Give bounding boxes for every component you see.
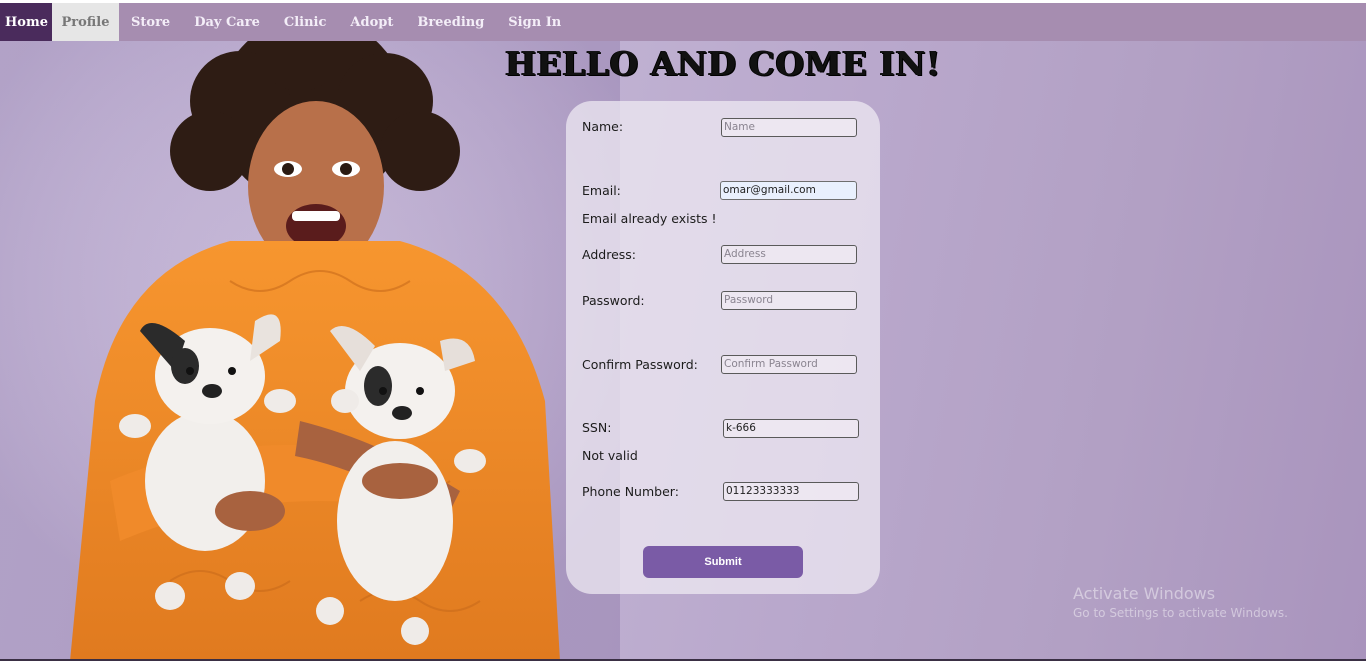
hero-photo [0, 41, 620, 661]
email-field[interactable]: omar@gmail.com [720, 181, 857, 200]
name-field[interactable]: Name [721, 118, 857, 137]
confirm-password-field[interactable]: Confirm Password [721, 355, 857, 374]
password-field[interactable]: Password [721, 291, 857, 310]
signup-form: Name: Name Email: omar@gmail.com Email a… [566, 101, 880, 594]
nav-clinic[interactable]: Clinic [272, 3, 339, 41]
page-title: HELLO AND COME IN! [504, 44, 942, 83]
name-label: Name: [582, 119, 624, 134]
watermark-subtitle: Go to Settings to activate Windows. [1073, 606, 1288, 620]
nav-store[interactable]: Store [119, 3, 182, 41]
password-label: Password: [582, 293, 645, 308]
phone-label: Phone Number: [582, 484, 679, 499]
nav-home[interactable]: Home [0, 3, 52, 41]
watermark-title: Activate Windows [1073, 584, 1216, 603]
ssn-label: SSN: [582, 420, 612, 435]
nav-profile[interactable]: Profile [52, 3, 119, 41]
ssn-field[interactable]: k-666 [723, 419, 859, 438]
activate-windows-watermark: Activate Windows Go to Settings to activ… [1073, 584, 1288, 620]
nav-sign-in[interactable]: Sign In [496, 3, 573, 41]
address-label: Address: [582, 247, 636, 262]
address-field[interactable]: Address [721, 245, 857, 264]
nav-adopt[interactable]: Adopt [338, 3, 405, 41]
submit-button[interactable]: Submit [643, 546, 803, 578]
nav-breeding[interactable]: Breeding [405, 3, 496, 41]
phone-field[interactable]: 01123333333 [723, 482, 859, 501]
email-error-message: Email already exists ! [582, 211, 717, 226]
email-label: Email: [582, 183, 621, 198]
confirm-password-label: Confirm Password: [582, 357, 698, 372]
ssn-error-message: Not valid [582, 448, 638, 463]
top-navbar: Home Profile Store Day Care Clinic Adopt… [0, 3, 1366, 41]
nav-day-care[interactable]: Day Care [182, 3, 272, 41]
